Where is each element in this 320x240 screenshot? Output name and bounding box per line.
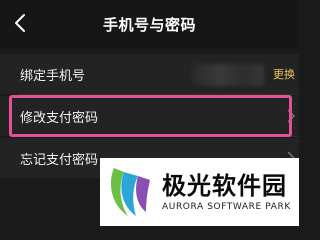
watermark-tagline: AURORA SOFTWARE PARK xyxy=(162,202,291,212)
change-phone-link[interactable]: 更换 xyxy=(273,66,295,82)
forgot-payment-password-label: 忘记支付密码 xyxy=(20,153,99,168)
bind-phone-row[interactable]: 绑定手机号 更换 xyxy=(0,54,299,94)
watermark-name: 极光软件园 xyxy=(162,172,287,200)
masked-phone-number xyxy=(192,64,264,86)
highlight-box xyxy=(9,95,292,137)
bind-phone-label: 绑定手机号 xyxy=(20,69,86,84)
top-bar: 手机号与密码 xyxy=(0,0,299,48)
aurora-logo-icon xyxy=(110,168,150,216)
watermark: 极光软件园 AURORA SOFTWARE PARK xyxy=(100,158,299,226)
page-title: 手机号与密码 xyxy=(102,16,196,34)
